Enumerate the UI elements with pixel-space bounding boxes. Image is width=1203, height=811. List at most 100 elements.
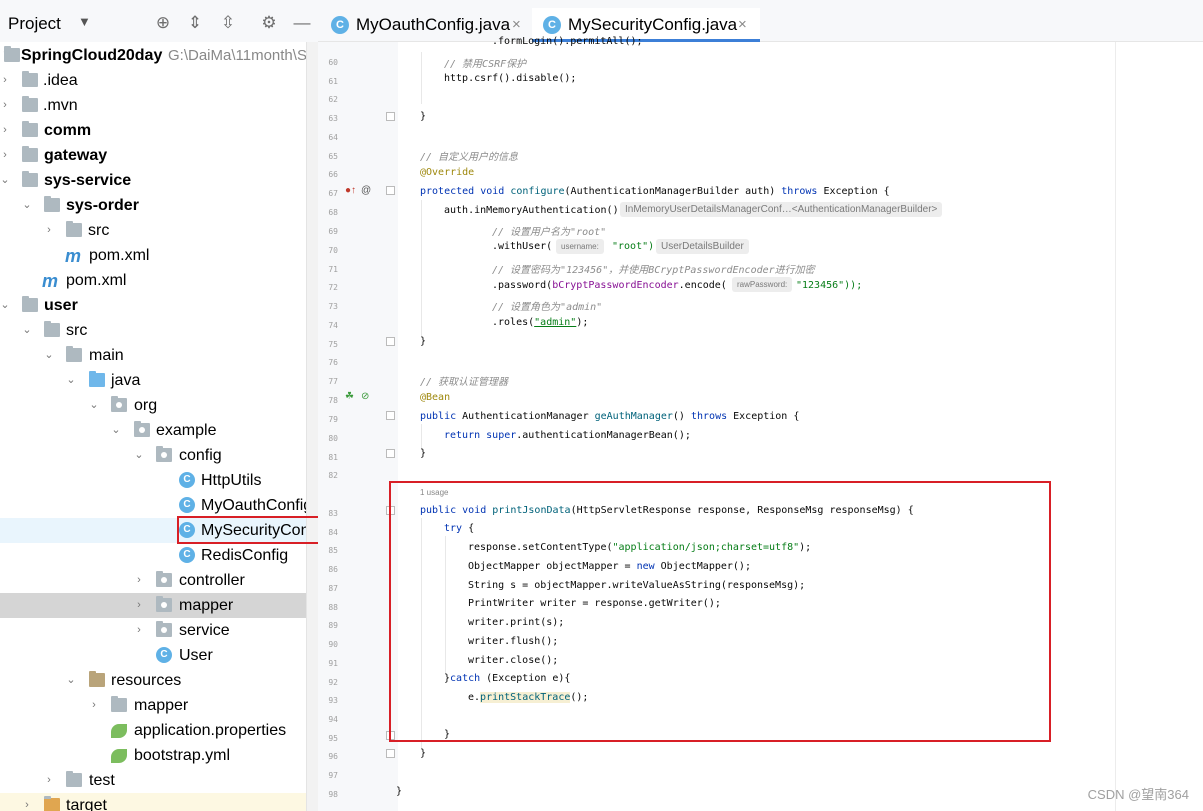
chevron-down-icon[interactable]: ⌄: [42, 343, 56, 368]
chevron-right-icon[interactable]: ›: [132, 568, 146, 593]
tree-item-springcloud20day[interactable]: ▼ SpringCloud20day G:\DaiMa\11month\S: [0, 43, 306, 68]
chevron-right-icon[interactable]: ›: [132, 593, 146, 618]
project-panel-title[interactable]: Project: [8, 14, 61, 34]
tree-item-application-properties[interactable]: application.properties: [0, 718, 306, 743]
code-comment: // 设置角色为"admin": [492, 302, 603, 313]
tree-item-label: MyOauthConfig: [201, 497, 306, 514]
bean-target-icon[interactable]: ⊘: [361, 391, 369, 402]
tree-item-java[interactable]: ⌄ java: [0, 368, 306, 393]
project-tree: ▼ SpringCloud20day G:\DaiMa\11month\S › …: [0, 42, 306, 811]
chevron-down-icon[interactable]: ⌄: [20, 193, 34, 218]
tree-item-test[interactable]: › test: [0, 768, 306, 793]
tree-item-mvn[interactable]: › .mvn: [0, 93, 306, 118]
chevron-down-icon[interactable]: ⌄: [87, 393, 101, 418]
line-number: 84: [328, 528, 338, 537]
chevron-down-icon[interactable]: ⌄: [20, 318, 34, 343]
fold-marker[interactable]: [386, 449, 395, 458]
line-number: 73: [328, 302, 338, 311]
chevron-right-icon[interactable]: ›: [0, 68, 12, 93]
tree-item-target[interactable]: › target: [0, 793, 306, 811]
project-path: G:\DaiMa\11month\S: [168, 47, 306, 64]
tree-item-idea[interactable]: › .idea: [0, 68, 306, 93]
code-comment: // 自定义用户的信息: [420, 152, 519, 163]
expand-all-icon[interactable]: ⇕: [185, 13, 205, 33]
tree-item-resources[interactable]: ⌄ resources: [0, 668, 306, 693]
tree-item-myoauthconfig[interactable]: C MyOauthConfig: [0, 493, 306, 518]
tree-item-mapper[interactable]: › mapper: [0, 593, 306, 618]
line-number: 94: [328, 715, 338, 724]
chevron-down-icon[interactable]: ⌄: [109, 418, 123, 443]
inlay-type-hint: UserDetailsBuilder: [656, 239, 749, 254]
chevron-down-icon[interactable]: ⌄: [132, 443, 146, 468]
module-folder-icon: [22, 296, 38, 312]
tree-item-src[interactable]: › src: [0, 218, 306, 243]
tree-item-user[interactable]: ⌄ user: [0, 293, 306, 318]
chevron-down-icon[interactable]: ⌄: [0, 293, 12, 318]
code-line: .formLogin().permitAll();: [492, 36, 643, 47]
tree-item-bootstrap-yml[interactable]: bootstrap.yml: [0, 743, 306, 768]
module-folder-icon: [4, 46, 20, 62]
tree-item-config[interactable]: ⌄ config: [0, 443, 306, 468]
fold-marker[interactable]: [386, 411, 395, 420]
chevron-right-icon[interactable]: ›: [0, 93, 12, 118]
tree-item-src[interactable]: ⌄ src: [0, 318, 306, 343]
chevron-right-icon[interactable]: ›: [20, 793, 34, 811]
maven-icon: m: [42, 271, 59, 291]
project-tree-scrollbar[interactable]: [306, 42, 318, 811]
tree-item-label: pom.xml: [66, 272, 127, 289]
package-icon: [111, 396, 127, 412]
chevron-right-icon[interactable]: ›: [87, 693, 101, 718]
tree-item-comm[interactable]: › comm: [0, 118, 306, 143]
line-number: 86: [328, 565, 338, 574]
chevron-right-icon[interactable]: ›: [42, 768, 56, 793]
tree-item-mapper-res[interactable]: › mapper: [0, 693, 306, 718]
fold-marker[interactable]: [386, 186, 395, 195]
chevron-right-icon[interactable]: ›: [132, 618, 146, 643]
collapse-all-icon[interactable]: ⇳: [218, 13, 238, 33]
line-number: 76: [328, 358, 338, 367]
resources-folder-icon: [89, 671, 105, 687]
code-line: "123456"));: [796, 280, 863, 291]
line-number: 77: [328, 377, 338, 386]
chevron-right-icon[interactable]: ›: [42, 218, 56, 243]
tree-item-redisconfig[interactable]: C RedisConfig: [0, 543, 306, 568]
tree-item-controller[interactable]: › controller: [0, 568, 306, 593]
chevron-right-icon[interactable]: ›: [0, 118, 12, 143]
tree-item-user-class[interactable]: C User: [0, 643, 306, 668]
line-number: 70: [328, 246, 338, 255]
tree-item-main[interactable]: ⌄ main: [0, 343, 306, 368]
project-panel-header: Project ▼ ⊕ ⇕ ⇳ ⚙ —: [0, 0, 318, 42]
chevron-down-icon[interactable]: ▼: [78, 14, 91, 29]
package-icon: [156, 446, 172, 462]
tree-item-gateway[interactable]: › gateway: [0, 143, 306, 168]
chevron-down-icon[interactable]: ⌄: [64, 368, 78, 393]
tree-item-pom-xml[interactable]: m pom.xml: [0, 243, 306, 268]
java-class-icon: C: [179, 472, 195, 488]
chevron-right-icon[interactable]: ›: [0, 143, 12, 168]
tree-item-example[interactable]: ⌄ example: [0, 418, 306, 443]
tree-item-label: HttpUtils: [201, 472, 262, 489]
locate-icon[interactable]: ⊕: [153, 13, 173, 33]
bean-icon[interactable]: ☘: [345, 391, 354, 402]
fold-marker[interactable]: [386, 337, 395, 346]
tree-item-pom-xml[interactable]: m pom.xml: [0, 268, 306, 293]
code-comment: // 禁用CSRF保护: [444, 59, 527, 70]
tree-item-sys-order[interactable]: ⌄ sys-order: [0, 193, 306, 218]
source-folder-icon: [89, 371, 105, 387]
fold-marker[interactable]: [386, 112, 395, 121]
close-icon[interactable]: ×: [738, 8, 747, 42]
fold-marker[interactable]: [386, 749, 395, 758]
line-number: 66: [328, 170, 338, 179]
gear-icon[interactable]: ⚙: [259, 13, 279, 33]
override-icon[interactable]: ●↑: [345, 185, 356, 196]
tree-item-sys-service[interactable]: ⌄ sys-service: [0, 168, 306, 193]
tree-item-httputils[interactable]: C HttpUtils: [0, 468, 306, 493]
chevron-down-icon[interactable]: ⌄: [64, 668, 78, 693]
watermark: CSDN @望南364: [1087, 787, 1189, 802]
tree-item-label: src: [88, 222, 110, 239]
chevron-down-icon[interactable]: ⌄: [0, 168, 12, 193]
tree-item-service[interactable]: › service: [0, 618, 306, 643]
minimize-icon[interactable]: —: [292, 13, 312, 33]
tree-item-org[interactable]: ⌄ org: [0, 393, 306, 418]
package-icon: [156, 621, 172, 637]
